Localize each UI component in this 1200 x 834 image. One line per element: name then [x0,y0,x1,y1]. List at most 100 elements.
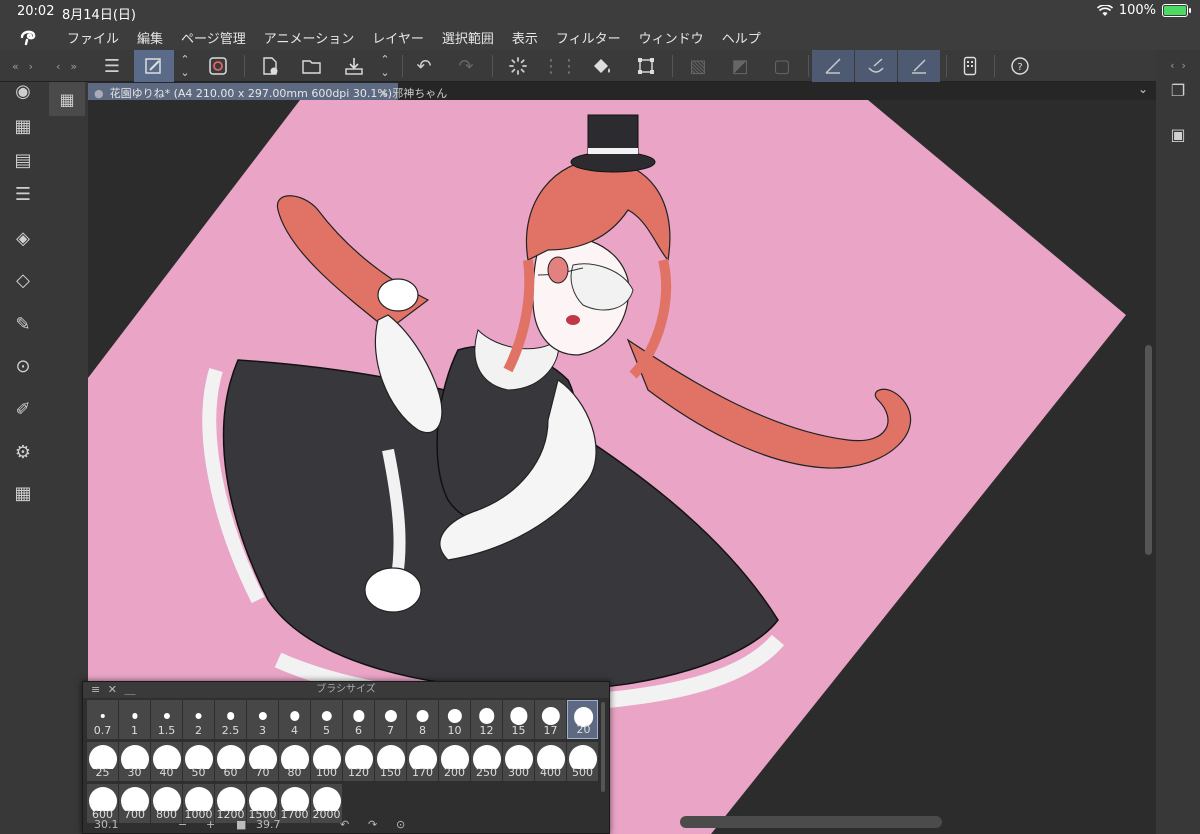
grid-snap-icon[interactable] [898,50,940,82]
brush-size-cell[interactable]: 120 [343,742,374,781]
menu-page[interactable]: ページ管理 [172,28,255,47]
new-file-icon[interactable] [252,50,288,82]
brush-size-cell[interactable]: 100 [311,742,342,781]
image-panel-icon[interactable]: ▣ [1166,122,1190,146]
transform-grid-icon[interactable]: ⋮⋮ [542,50,578,82]
brush-size-cell[interactable]: 30 [119,742,150,781]
clear-selection-icon[interactable]: ▧ [680,50,716,82]
brush-size-cell[interactable]: 60 [215,742,246,781]
fit-icon[interactable]: ■ [236,818,246,831]
smartphone-icon[interactable] [952,50,988,82]
expand-left-icon[interactable]: ‹ » [46,50,88,82]
brush-size-cell[interactable]: 70 [247,742,278,781]
menu-selection[interactable]: 選択範囲 [433,28,503,47]
menu-icon[interactable]: ≡ [91,683,100,696]
brush-size-cell[interactable]: 170 [407,742,438,781]
save-icon[interactable] [336,50,372,82]
brush-size-cell[interactable]: 400 [535,742,566,781]
rotate-left-icon[interactable]: ↶ [340,818,349,831]
menu-help[interactable]: ヘルプ [713,28,770,47]
hamburger-menu-icon[interactable]: ☰ [94,50,130,82]
layers-panel-icon[interactable]: ❐ [1166,78,1190,102]
modifier-key-icon[interactable] [134,50,174,82]
brush-size-cell[interactable]: 40 [151,742,182,781]
menu-layer[interactable]: レイヤー [363,28,433,47]
brush-size-cell[interactable]: 200 [439,742,470,781]
brush-size-cell[interactable]: 50 [183,742,214,781]
sub-tool-icon[interactable]: ✐ [10,396,36,422]
reset-rotation-icon[interactable]: ⊙ [396,818,405,831]
brush-size-cell[interactable]: 20 [567,700,598,739]
brush-size-cell[interactable]: 250 [471,742,502,781]
brush-size-cell[interactable]: 300 [503,742,534,781]
brush-size-cell[interactable]: 4 [279,700,310,739]
layer-property-icon[interactable]: ◈ [10,225,36,251]
minimize-icon[interactable]: ＿ [124,683,135,696]
undo-icon[interactable]: ↶ [406,50,442,82]
color-circle-icon[interactable]: ◉ [10,78,36,104]
menu-view[interactable]: 表示 [503,28,547,47]
palette-scrollbar[interactable] [601,702,605,792]
brush-size-cell[interactable]: 5 [311,700,342,739]
brush-size-cell[interactable]: 0.7 [87,700,118,739]
special-ruler-snap-icon[interactable] [855,50,897,82]
material-icon[interactable]: ▦ [10,480,36,506]
tab-jashin-chan[interactable]: ✕ 邪神ちゃん [373,83,453,100]
collapse-right-icon[interactable]: ‹ › [1166,53,1190,77]
brush-size-cell[interactable]: 2 [183,700,214,739]
brush-size-cell[interactable]: 3 [247,700,278,739]
brush-size-cell[interactable]: 1.5 [151,700,182,739]
brush-size-cell[interactable]: 150 [375,742,406,781]
open-folder-icon[interactable] [294,50,330,82]
invert-selection-icon[interactable]: ◩ [722,50,758,82]
brush-size-cell[interactable]: 25 [87,742,118,781]
chevron-updown-icon[interactable]: ⌃ ⌄ [374,50,396,82]
redo-icon[interactable]: ↷ [448,50,484,82]
loading-spinner-icon[interactable] [500,50,536,82]
horizontal-scrollbar[interactable] [680,816,942,828]
menu-window[interactable]: ウィンドウ [630,28,713,47]
brush-size-cell[interactable]: 500 [567,742,598,781]
ruler-snap-icon[interactable] [812,50,854,82]
close-icon[interactable]: ✕ [108,683,117,696]
chevron-updown-icon[interactable]: ⌃ ⌄ [174,50,196,82]
navigator-icon[interactable]: ⊙ [10,353,36,379]
crop-select-icon[interactable] [628,50,664,82]
tab-hanazono-yurine[interactable]: ● 花園ゆりね* (A4 210.00 x 297.00mm 600dpi 30.… [88,83,399,100]
selection-border-icon[interactable]: ▢ [764,50,800,82]
brush-size-cell[interactable]: 1 [119,700,150,739]
brush-size-cell[interactable]: 6 [343,700,374,739]
close-icon[interactable]: ✕ [379,87,388,100]
vertical-scrollbar[interactable] [1141,100,1156,834]
zoom-value[interactable]: 30.1 [94,818,119,831]
clock: 20:02 [17,4,55,19]
brush-size-palette-icon[interactable]: ▦ [49,82,85,116]
chevron-down-icon[interactable]: ⌄ [1138,82,1148,96]
brush-size-cell[interactable]: 17 [535,700,566,739]
help-bubble-icon[interactable]: ? [1002,50,1038,82]
menu-filter[interactable]: フィルター [547,28,630,47]
fill-bucket-icon[interactable] [584,50,620,82]
menu-animation[interactable]: アニメーション [255,28,363,47]
brush-size-cell[interactable]: 15 [503,700,534,739]
zoom-in-button[interactable]: + [206,818,215,831]
color-set-icon[interactable]: ▦ [10,113,36,139]
timeline-icon[interactable]: ▤ [10,147,36,173]
brush-size-cell[interactable]: 2.5 [215,700,246,739]
menu-edit[interactable]: 編集 [128,28,172,47]
menu-file[interactable]: ファイル [58,28,128,47]
brush-size-cell[interactable]: 12 [471,700,502,739]
brush-size-cell[interactable]: 7 [375,700,406,739]
app-logo[interactable] [0,28,58,46]
animation-cels-icon[interactable]: ☰ [10,181,36,207]
brush-size-cell[interactable]: 8 [407,700,438,739]
angle-value[interactable]: 39.7 [256,818,281,831]
rotate-right-icon[interactable]: ↷ [368,818,377,831]
brush-size-cell[interactable]: 80 [279,742,310,781]
tool-property-icon[interactable]: ⚙ [10,439,36,465]
brush-tool-icon[interactable]: ✎ [10,311,36,337]
layers-icon[interactable]: ◇ [10,267,36,293]
brush-size-cell[interactable]: 10 [439,700,470,739]
zoom-out-button[interactable]: − [178,818,187,831]
quick-access-icon[interactable] [200,50,236,82]
